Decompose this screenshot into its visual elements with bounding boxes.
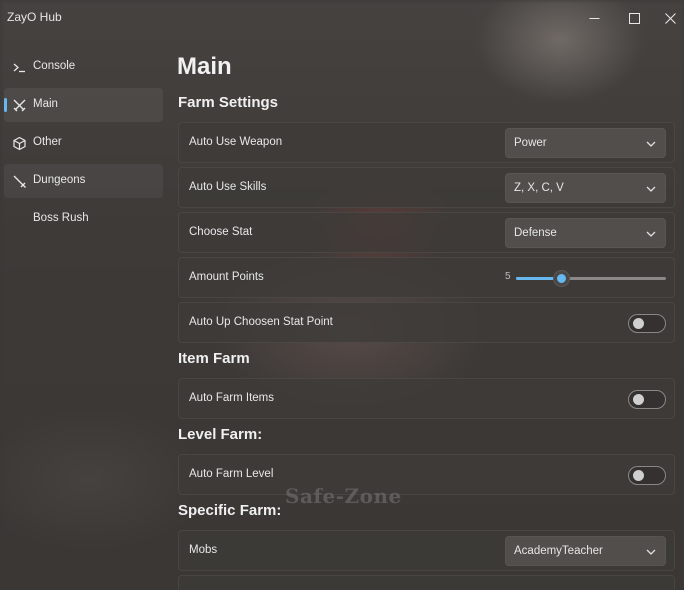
chevron-down-icon bbox=[646, 141, 656, 147]
cube-icon bbox=[12, 136, 27, 151]
dropdown-value: AcademyTeacher bbox=[514, 545, 603, 557]
setting-row-auto-use-weapon: Auto Use Weapon Power bbox=[178, 122, 675, 163]
setting-row-auto-use-skills: Auto Use Skills Z, X, C, V bbox=[178, 167, 675, 208]
chevron-down-icon bbox=[646, 549, 656, 555]
setting-label: Mobs bbox=[189, 544, 218, 556]
setting-label: Choose Stat bbox=[189, 226, 253, 238]
chevron-down-icon bbox=[646, 186, 656, 192]
slider-thumb[interactable] bbox=[554, 271, 569, 286]
dropdown-value: Power bbox=[514, 137, 547, 149]
mobs-dropdown[interactable]: AcademyTeacher bbox=[505, 536, 666, 566]
close-button[interactable] bbox=[658, 6, 682, 30]
section-title-item-farm: Item Farm bbox=[178, 350, 250, 367]
sidebar-item-label: Other bbox=[33, 136, 62, 148]
stat-dropdown[interactable]: Defense bbox=[505, 218, 666, 248]
toggle-knob bbox=[633, 470, 644, 481]
amount-points-slider[interactable] bbox=[516, 271, 666, 286]
sidebar-item-other[interactable]: Other bbox=[4, 126, 163, 160]
sidebar-item-console[interactable]: Console bbox=[4, 50, 163, 84]
setting-row-mobs: Mobs AcademyTeacher bbox=[178, 530, 675, 571]
section-title-specific-farm: Specific Farm: bbox=[178, 502, 282, 519]
toggle-knob bbox=[633, 394, 644, 405]
chevron-down-icon bbox=[646, 231, 656, 237]
sidebar-item-label: Boss Rush bbox=[33, 212, 89, 224]
setting-label: Auto Use Skills bbox=[189, 181, 267, 193]
sidebar-item-label: Console bbox=[33, 60, 76, 72]
maximize-button[interactable] bbox=[622, 6, 646, 30]
toggle-knob bbox=[633, 318, 644, 329]
sidebar-item-dungeons[interactable]: Dungeons bbox=[4, 164, 163, 198]
setting-row-auto-farm-level: Auto Farm Level bbox=[178, 454, 675, 495]
auto-farm-items-toggle[interactable] bbox=[628, 390, 666, 409]
setting-row-auto-up-stat: Auto Up Choosen Stat Point bbox=[178, 302, 675, 343]
page-title: Main bbox=[177, 53, 232, 80]
minimize-button[interactable] bbox=[582, 6, 606, 30]
setting-label: Amount Points bbox=[189, 271, 264, 283]
app-title: ZayO Hub bbox=[7, 10, 62, 24]
auto-up-stat-toggle[interactable] bbox=[628, 314, 666, 333]
maximize-icon bbox=[628, 12, 640, 24]
sidebar-item-boss-rush[interactable]: Boss Rush bbox=[4, 202, 163, 236]
skills-dropdown[interactable]: Z, X, C, V bbox=[505, 173, 666, 203]
setting-row-partial bbox=[178, 575, 675, 590]
crossed-swords-icon bbox=[12, 98, 27, 113]
setting-label: Auto Farm Items bbox=[189, 392, 274, 404]
slider-value: 5 bbox=[505, 271, 511, 282]
setting-row-auto-farm-items: Auto Farm Items bbox=[178, 378, 675, 419]
sidebar-item-label: Dungeons bbox=[33, 174, 86, 186]
setting-label: Auto Use Weapon bbox=[189, 136, 283, 148]
setting-label: Auto Farm Level bbox=[189, 468, 274, 480]
close-icon bbox=[664, 12, 676, 24]
auto-farm-level-toggle[interactable] bbox=[628, 466, 666, 485]
watermark: Safe-Zone bbox=[285, 484, 402, 508]
weapon-dropdown[interactable]: Power bbox=[505, 128, 666, 158]
setting-row-choose-stat: Choose Stat Defense bbox=[178, 212, 675, 253]
minimize-icon bbox=[589, 17, 599, 19]
title-bar[interactable]: ZayO Hub bbox=[0, 0, 684, 36]
section-title-farm-settings: Farm Settings bbox=[178, 94, 279, 111]
hub-window: ZayO Hub Console Main Other Dungeons Bos… bbox=[0, 0, 684, 590]
section-title-level-farm: Level Farm: bbox=[178, 426, 263, 443]
active-indicator bbox=[4, 98, 7, 112]
sidebar-item-main[interactable]: Main bbox=[4, 88, 163, 122]
sword-icon bbox=[12, 174, 27, 189]
dropdown-value: Z, X, C, V bbox=[514, 182, 564, 194]
dropdown-value: Defense bbox=[514, 227, 557, 239]
terminal-icon bbox=[12, 60, 27, 75]
sidebar-item-label: Main bbox=[33, 98, 58, 110]
setting-label: Auto Up Choosen Stat Point bbox=[189, 316, 333, 328]
setting-row-amount-points: Amount Points 5 bbox=[178, 257, 675, 298]
